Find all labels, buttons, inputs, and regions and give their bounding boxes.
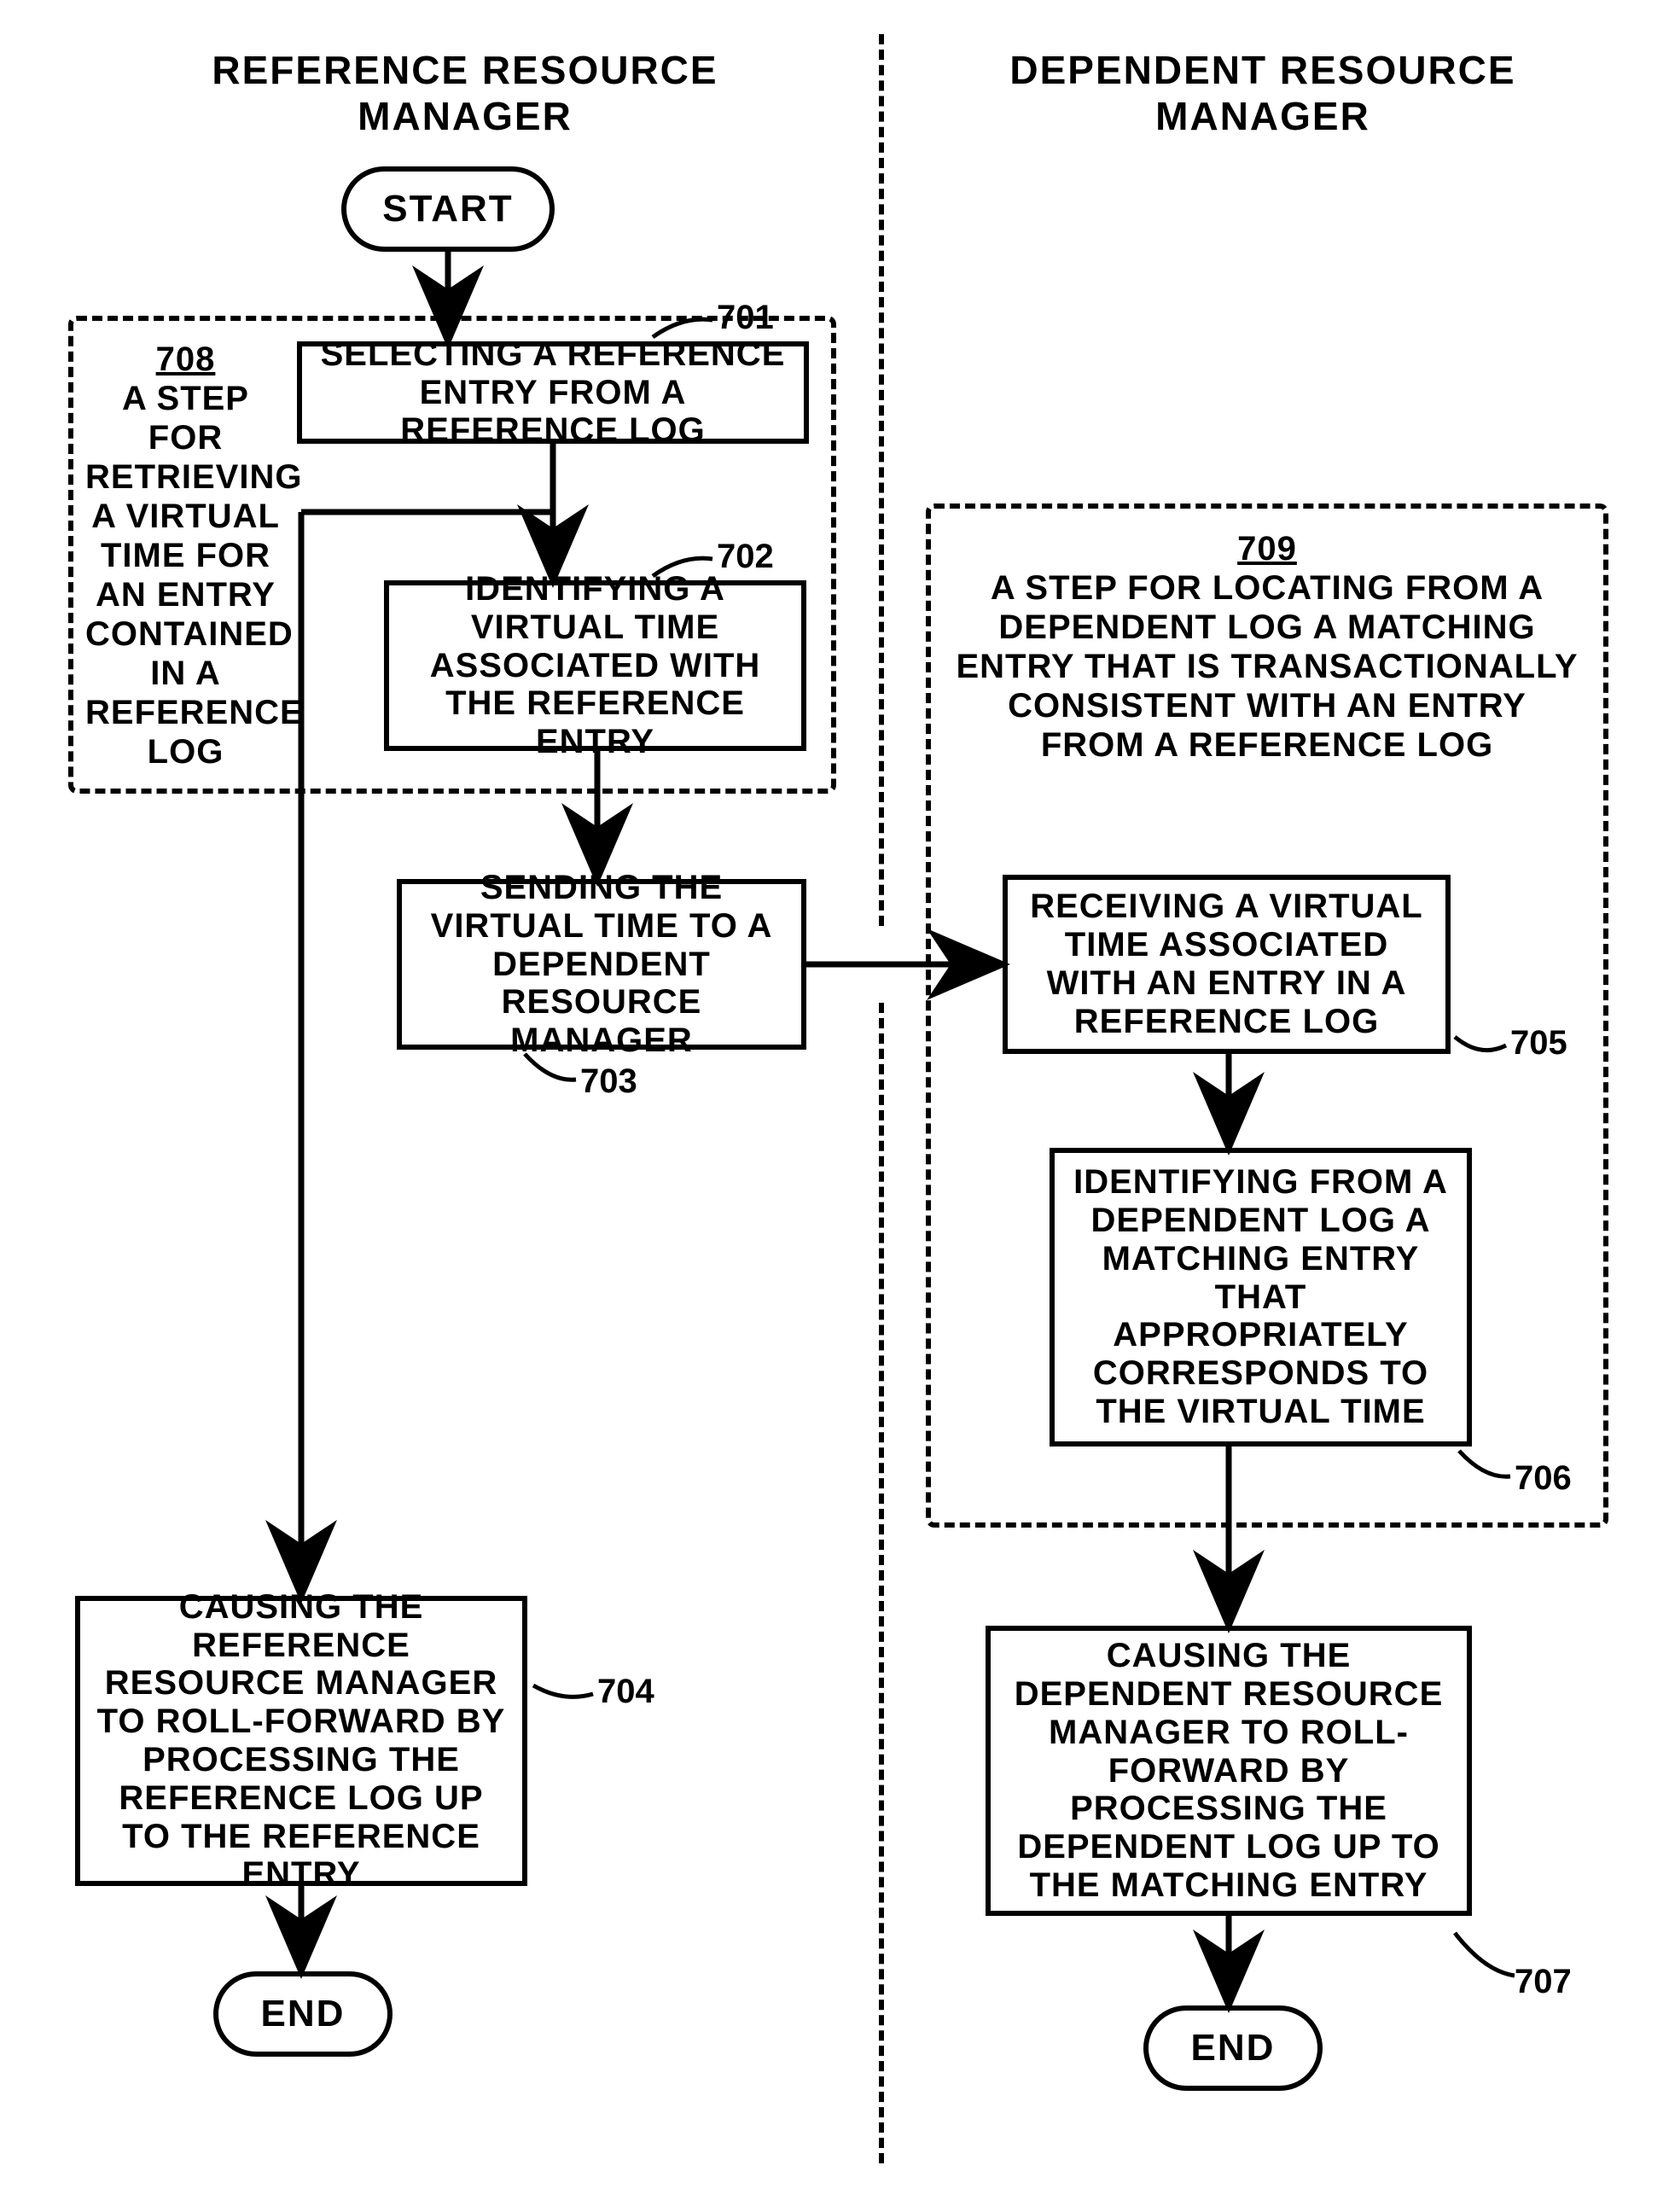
box-702: IDENTIFYING A VIRTUAL TIME ASSOCIATED WI…: [384, 580, 806, 751]
box-703: SENDING THE VIRTUAL TIME TO A DEPENDENT …: [397, 879, 806, 1050]
box-704: CAUSING THE REFERENCE RESOURCE MANAGER T…: [75, 1596, 527, 1886]
terminal-start: START: [341, 166, 555, 252]
ref-705: 705: [1510, 1024, 1567, 1062]
terminal-end-left: END: [213, 1971, 393, 2057]
column-divider-bottom: [879, 1003, 884, 2163]
header-right: DEPENDENT RESOURCE MANAGER: [930, 47, 1596, 139]
terminal-end-right: END: [1143, 2005, 1323, 2091]
ref-704: 704: [597, 1673, 654, 1711]
column-divider-top: [879, 34, 884, 926]
box-706: IDENTIFYING FROM A DEPENDENT LOG A MATCH…: [1050, 1148, 1472, 1447]
header-left: REFERENCE RESOURCE MANAGER: [102, 47, 828, 139]
ref-702: 702: [717, 538, 774, 576]
group-708-label: 708 A STEP FOR RETRIEVING A VIRTUAL TIME…: [85, 340, 286, 771]
ref-707: 707: [1515, 1963, 1572, 2001]
group-709-label: 709 A STEP FOR LOCATING FROM A DEPENDENT…: [951, 529, 1583, 765]
leader-707: [1451, 1929, 1519, 1980]
box-705: RECEIVING A VIRTUAL TIME ASSOCIATED WITH…: [1003, 875, 1451, 1054]
leader-704: [529, 1681, 597, 1707]
box-701: SELECTING A REFERENCE ENTRY FROM A REFER…: [297, 341, 809, 444]
box-707: CAUSING THE DEPENDENT RESOURCE MANAGER T…: [986, 1626, 1472, 1916]
ref-706: 706: [1515, 1459, 1572, 1498]
ref-703: 703: [580, 1062, 637, 1101]
ref-701: 701: [717, 299, 774, 337]
